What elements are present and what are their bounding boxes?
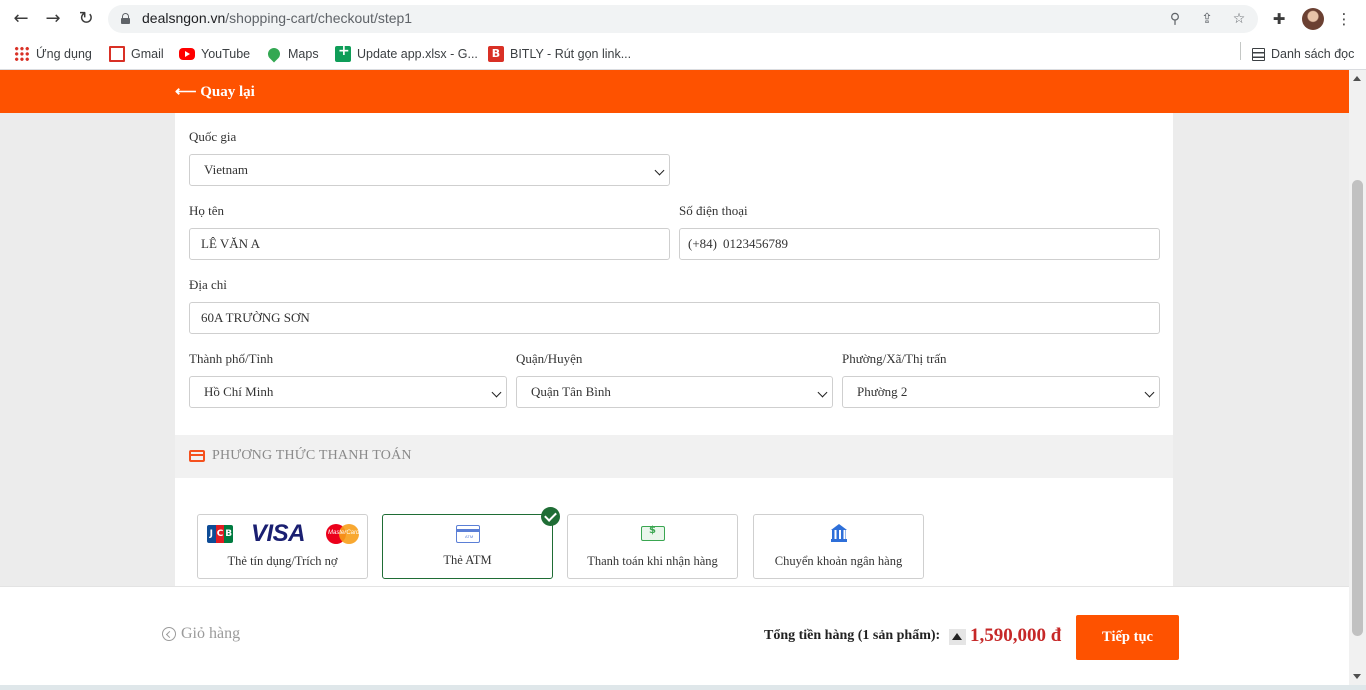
bookmark-apps[interactable]: Ứng dụng: [14, 43, 92, 65]
url-text[interactable]: dealsngon.vn/shopping-cart/checkout/step…: [142, 10, 412, 26]
name-label: Họ tên: [189, 203, 225, 218]
gmail-icon: [109, 46, 125, 62]
credit-card-icon: [189, 450, 205, 462]
total-label: Tổng tiền hàng (1 sản phẩm):: [764, 628, 941, 643]
visa-logo-icon: VISA: [251, 520, 306, 547]
cash-icon: [641, 525, 665, 541]
cart-back-link[interactable]: Giỏ hàng: [162, 625, 240, 643]
chevron-down-icon: [491, 387, 502, 398]
bookmark-bitly[interactable]: B BITLY - Rút gọn link...: [488, 43, 631, 65]
payment-method-cod[interactable]: Thanh toán khi nhận hàng: [567, 514, 738, 579]
payment-section-header: PHƯƠNG THỨC THANH TOÁN: [175, 435, 1173, 478]
country-label: Quốc gia: [189, 129, 237, 144]
phone-label: Số điện thoại: [679, 203, 748, 218]
mastercard-logo-icon: MasterCard: [326, 524, 359, 544]
browser-toolbar: ← → ↻ dealsngon.vn/shopping-cart/checkou…: [0, 0, 1366, 38]
payment-title: PHƯƠNG THỨC THANH TOÁN: [212, 448, 412, 463]
page-scrollbar[interactable]: [1349, 70, 1366, 685]
bank-icon: [831, 524, 847, 542]
shipping-form-card: Quốc gia Vietnam Họ tên LÊ VĂN A Số điện…: [175, 113, 1173, 593]
bookmark-gmail[interactable]: Gmail: [109, 43, 164, 65]
city-select[interactable]: Hồ Chí Minh: [189, 376, 507, 408]
back-link[interactable]: ⟵ Quay lại: [175, 82, 255, 101]
payment-method-credit-card[interactable]: J C B VISA MasterCard Thẻ tín dụng/Trích…: [197, 514, 368, 579]
district-label: Quận/Huyện: [516, 351, 583, 366]
ward-select[interactable]: Phường 2: [842, 376, 1160, 408]
address-label: Địa chỉ: [189, 277, 227, 292]
continue-button[interactable]: Tiếp tục: [1076, 615, 1179, 660]
back-arrow-icon[interactable]: ←: [10, 8, 32, 30]
profile-avatar[interactable]: [1302, 8, 1324, 30]
youtube-icon: [179, 48, 195, 60]
reading-list-button[interactable]: Danh sách đọc: [1252, 43, 1354, 65]
expand-caret-icon[interactable]: [949, 629, 966, 645]
address-bar[interactable]: dealsngon.vn/shopping-cart/checkout/step…: [108, 5, 1258, 33]
menu-kebab-icon[interactable]: ⋮: [1334, 9, 1354, 29]
reload-icon[interactable]: ↻: [75, 8, 97, 30]
ward-label: Phường/Xã/Thị trấn: [842, 351, 947, 366]
jcb-logo-icon: J C B: [207, 525, 233, 543]
selected-check-icon: [541, 507, 560, 526]
extensions-icon[interactable]: ✚: [1269, 9, 1289, 29]
phone-prefix: (+84): [688, 236, 717, 251]
share-icon[interactable]: ⇪: [1198, 10, 1216, 28]
bookmarks-bar: Ứng dụng Gmail YouTube Maps Update app.x…: [0, 38, 1366, 70]
country-select[interactable]: Vietnam: [189, 154, 670, 186]
bookmark-youtube[interactable]: YouTube: [179, 43, 250, 65]
chevron-down-icon: [817, 387, 828, 398]
scroll-up-arrow-icon[interactable]: [1353, 76, 1361, 81]
payment-method-bank-transfer[interactable]: Chuyển khoản ngân hàng: [753, 514, 924, 579]
total-amount: 1,590,000 đ: [970, 625, 1062, 646]
chevron-down-icon: [1144, 387, 1155, 398]
bookmark-sheets[interactable]: Update app.xlsx - G...: [335, 43, 478, 65]
reading-list-icon: [1252, 47, 1265, 61]
window-bottom-edge: [0, 685, 1366, 690]
atm-card-icon: [456, 525, 480, 543]
circle-arrow-left-icon: [162, 627, 176, 641]
checkout-header: ⟵ Quay lại: [0, 70, 1349, 113]
scroll-down-arrow-icon[interactable]: [1353, 674, 1361, 679]
lock-icon: [121, 13, 130, 24]
address-input[interactable]: 60A TRƯỜNG SƠN: [189, 302, 1160, 334]
bitly-icon: B: [488, 46, 504, 62]
bookmark-maps[interactable]: Maps: [265, 43, 319, 65]
order-summary-bar: Giỏ hàng Tổng tiền hàng (1 sản phẩm): 1,…: [0, 586, 1349, 685]
phone-input[interactable]: (+84) 0123456789: [679, 228, 1160, 260]
city-label: Thành phố/Tỉnh: [189, 351, 274, 366]
zoom-icon[interactable]: ⚲: [1166, 10, 1184, 28]
star-icon[interactable]: ☆: [1230, 10, 1248, 28]
maps-pin-icon: [265, 45, 283, 63]
payment-method-atm[interactable]: Thẻ ATM: [382, 507, 560, 579]
district-select[interactable]: Quận Tân Bình: [516, 376, 833, 408]
sheets-icon: [335, 43, 351, 62]
chevron-down-icon: [654, 165, 665, 176]
scrollbar-thumb[interactable]: [1352, 180, 1363, 636]
name-input[interactable]: LÊ VĂN A: [189, 228, 670, 260]
apps-grid-icon: [14, 46, 30, 62]
forward-arrow-icon[interactable]: →: [42, 8, 64, 30]
bookmarks-divider: [1240, 42, 1241, 60]
